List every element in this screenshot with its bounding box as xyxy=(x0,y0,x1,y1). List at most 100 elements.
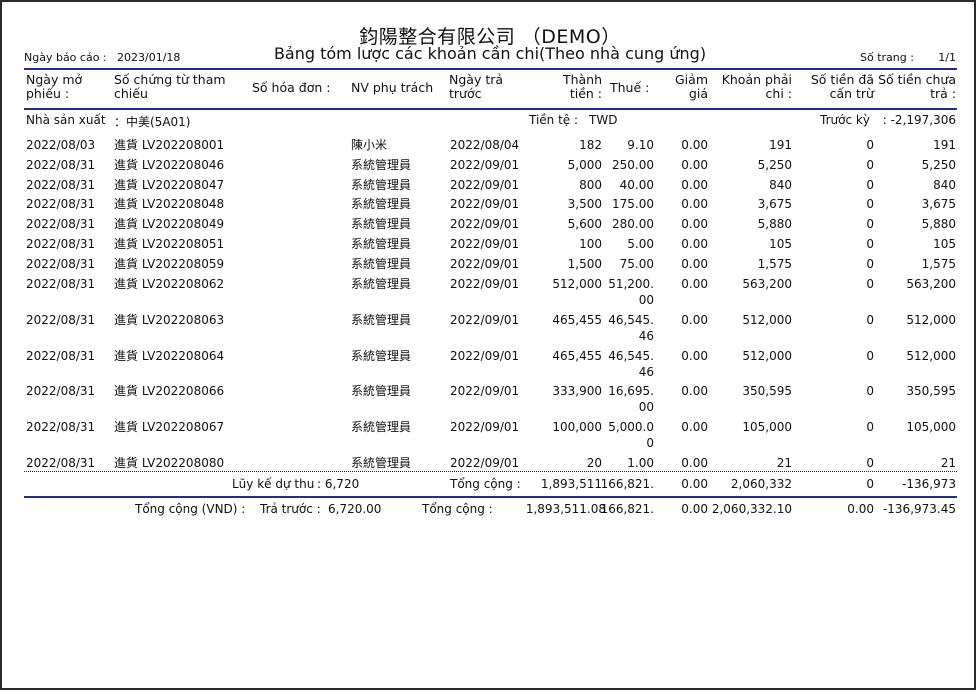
row-amount: 5,000 xyxy=(567,158,602,172)
subtotal-tax: 166,821. xyxy=(600,477,654,491)
row-ref-no: 進貨 LV202208067 xyxy=(114,420,225,434)
subtotal-rule xyxy=(24,471,957,472)
row-open-date: 2022/08/31 xyxy=(26,257,96,271)
row-amount: 512,000 xyxy=(552,277,602,291)
row-due-date: 2022/08/04 xyxy=(450,138,520,152)
row-tax: 16,695. 00 xyxy=(608,384,654,414)
row-offset: 0 xyxy=(866,138,874,152)
grand-total-unpaid: -136,973.45 xyxy=(882,502,956,516)
row-tax: 51,200. 00 xyxy=(608,277,654,307)
row-due-date: 2022/09/01 xyxy=(450,277,520,291)
row-discount: 0.00 xyxy=(681,197,708,211)
row-tax: 46,545. 46 xyxy=(608,349,654,379)
subtotal-offset: 0 xyxy=(866,477,874,491)
row-open-date: 2022/08/31 xyxy=(26,178,96,192)
row-ref-no: 進貨 LV202208046 xyxy=(114,158,225,172)
row-unpaid: 840 xyxy=(933,178,956,192)
row-offset: 0 xyxy=(866,384,874,398)
row-open-date: 2022/08/31 xyxy=(26,313,96,327)
col-invoice: Số hóa đơn : xyxy=(252,80,331,95)
row-amount: 333,900 xyxy=(552,384,602,398)
row-payable: 512,000 xyxy=(742,313,792,327)
row-ref-no: 進貨 LV202208001 xyxy=(114,138,225,152)
row-offset: 0 xyxy=(866,237,874,251)
row-payable: 5,880 xyxy=(757,217,792,231)
report-date: 2023/01/18 xyxy=(117,51,181,64)
supplier-name: ：中美(5A01) xyxy=(114,115,191,129)
row-unpaid: 512,000 xyxy=(906,313,956,327)
row-tax: 40.00 xyxy=(619,178,654,192)
row-staff: 系統管理員 xyxy=(351,197,412,211)
row-amount: 5,600 xyxy=(567,217,602,231)
row-ref-no: 進貨 LV202208048 xyxy=(114,197,225,211)
col-offset: Số tiền đã cấn trừ xyxy=(810,72,874,101)
row-due-date: 2022/09/01 xyxy=(450,158,520,172)
report-date-label: Ngày báo cáo : xyxy=(24,51,107,64)
row-payable: 563,200 xyxy=(742,277,792,291)
row-due-date: 2022/09/01 xyxy=(450,217,520,231)
row-offset: 0 xyxy=(866,349,874,363)
row-due-date: 2022/09/01 xyxy=(450,178,520,192)
col-staff: NV phụ trách xyxy=(351,80,434,95)
row-open-date: 2022/08/31 xyxy=(26,197,96,211)
row-amount: 20 xyxy=(586,456,602,470)
subtotal-label: Tổng cộng : xyxy=(450,477,521,491)
row-ref-no: 進貨 LV202208059 xyxy=(114,257,225,271)
grand-total-rule xyxy=(24,496,957,498)
row-staff: 系統管理員 xyxy=(351,217,412,231)
row-amount: 1,500 xyxy=(567,257,602,271)
grand-total-amount: 1,893,511.08 xyxy=(525,502,606,516)
grand-total-label: Tổng cộng (VND) : xyxy=(135,502,246,516)
row-payable: 512,000 xyxy=(742,349,792,363)
currency-value: TWD xyxy=(589,113,618,127)
row-tax: 5.00 xyxy=(627,237,654,251)
row-ref-no: 進貨 LV202208080 xyxy=(114,456,225,470)
row-unpaid: 21 xyxy=(940,456,956,470)
prepaid-value: 6,720.00 xyxy=(328,502,382,516)
row-unpaid: 512,000 xyxy=(906,349,956,363)
row-open-date: 2022/08/31 xyxy=(26,217,96,231)
row-tax: 250.00 xyxy=(612,158,654,172)
row-open-date: 2022/08/31 xyxy=(26,384,96,398)
row-due-date: 2022/09/01 xyxy=(450,420,520,434)
header-bottom-rule xyxy=(24,108,957,110)
accum-label: Lũy kế dự thu xyxy=(232,477,315,491)
row-tax: 5,000.0 0 xyxy=(608,420,654,450)
accum-value: : 6,720 xyxy=(317,477,360,491)
row-ref-no: 進貨 LV202208063 xyxy=(114,313,225,327)
row-open-date: 2022/08/31 xyxy=(26,456,96,470)
grand-total-tax: 166,821. xyxy=(600,502,654,516)
row-open-date: 2022/08/31 xyxy=(26,237,96,251)
row-tax: 175.00 xyxy=(612,197,654,211)
row-tax: 46,545. 46 xyxy=(608,313,654,343)
row-staff: 系統管理員 xyxy=(351,420,412,434)
row-due-date: 2022/09/01 xyxy=(450,349,520,363)
row-ref-no: 進貨 LV202208062 xyxy=(114,277,225,291)
row-unpaid: 5,250 xyxy=(921,158,956,172)
supplier-label: Nhà sản xuất xyxy=(26,113,106,127)
row-staff: 系統管理員 xyxy=(351,158,412,172)
row-unpaid: 105 xyxy=(933,237,956,251)
row-staff: 系統管理員 xyxy=(351,257,412,271)
row-staff: 系統管理員 xyxy=(351,277,412,291)
row-open-date: 2022/08/31 xyxy=(26,158,96,172)
col-ref-no: Số chứng từ tham chiếu xyxy=(114,72,226,101)
row-payable: 350,595 xyxy=(742,384,792,398)
row-offset: 0 xyxy=(866,158,874,172)
row-offset: 0 xyxy=(866,456,874,470)
row-amount: 800 xyxy=(579,178,602,192)
row-tax: 1.00 xyxy=(627,456,654,470)
col-open-date: Ngày mở phiếu : xyxy=(26,72,83,101)
row-discount: 0.00 xyxy=(681,277,708,291)
row-tax: 9.10 xyxy=(627,138,654,152)
row-due-date: 2022/09/01 xyxy=(450,197,520,211)
row-due-date: 2022/09/01 xyxy=(450,313,520,327)
row-offset: 0 xyxy=(866,313,874,327)
row-offset: 0 xyxy=(866,217,874,231)
row-discount: 0.00 xyxy=(681,178,708,192)
grand-total-sum-label: Tổng cộng : xyxy=(422,502,493,516)
row-discount: 0.00 xyxy=(681,237,708,251)
row-open-date: 2022/08/31 xyxy=(26,277,96,291)
header-top-rule xyxy=(24,68,957,70)
row-unpaid: 1,575 xyxy=(921,257,956,271)
